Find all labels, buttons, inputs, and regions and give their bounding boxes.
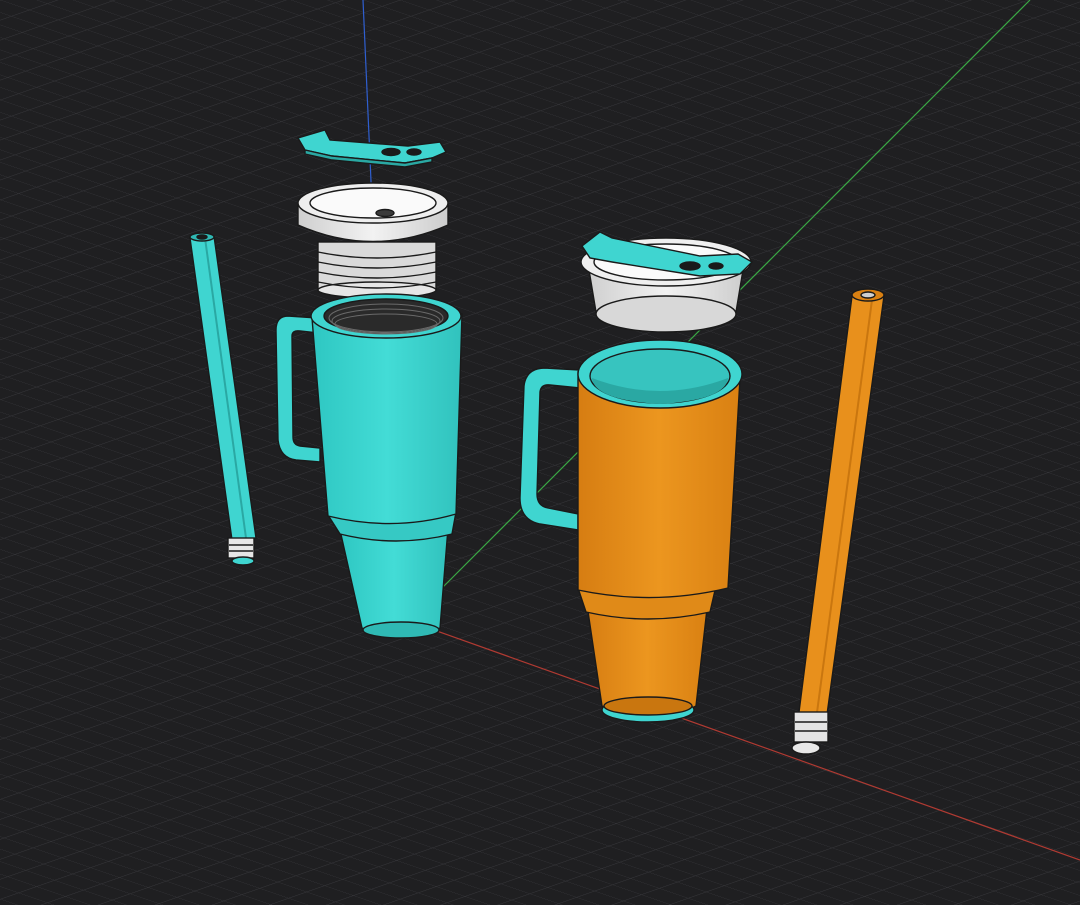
ground-grid (0, 0, 1080, 905)
scene-canvas[interactable] (0, 0, 1080, 905)
orange-lid[interactable] (580, 231, 754, 333)
3d-viewport[interactable] (0, 0, 1080, 905)
